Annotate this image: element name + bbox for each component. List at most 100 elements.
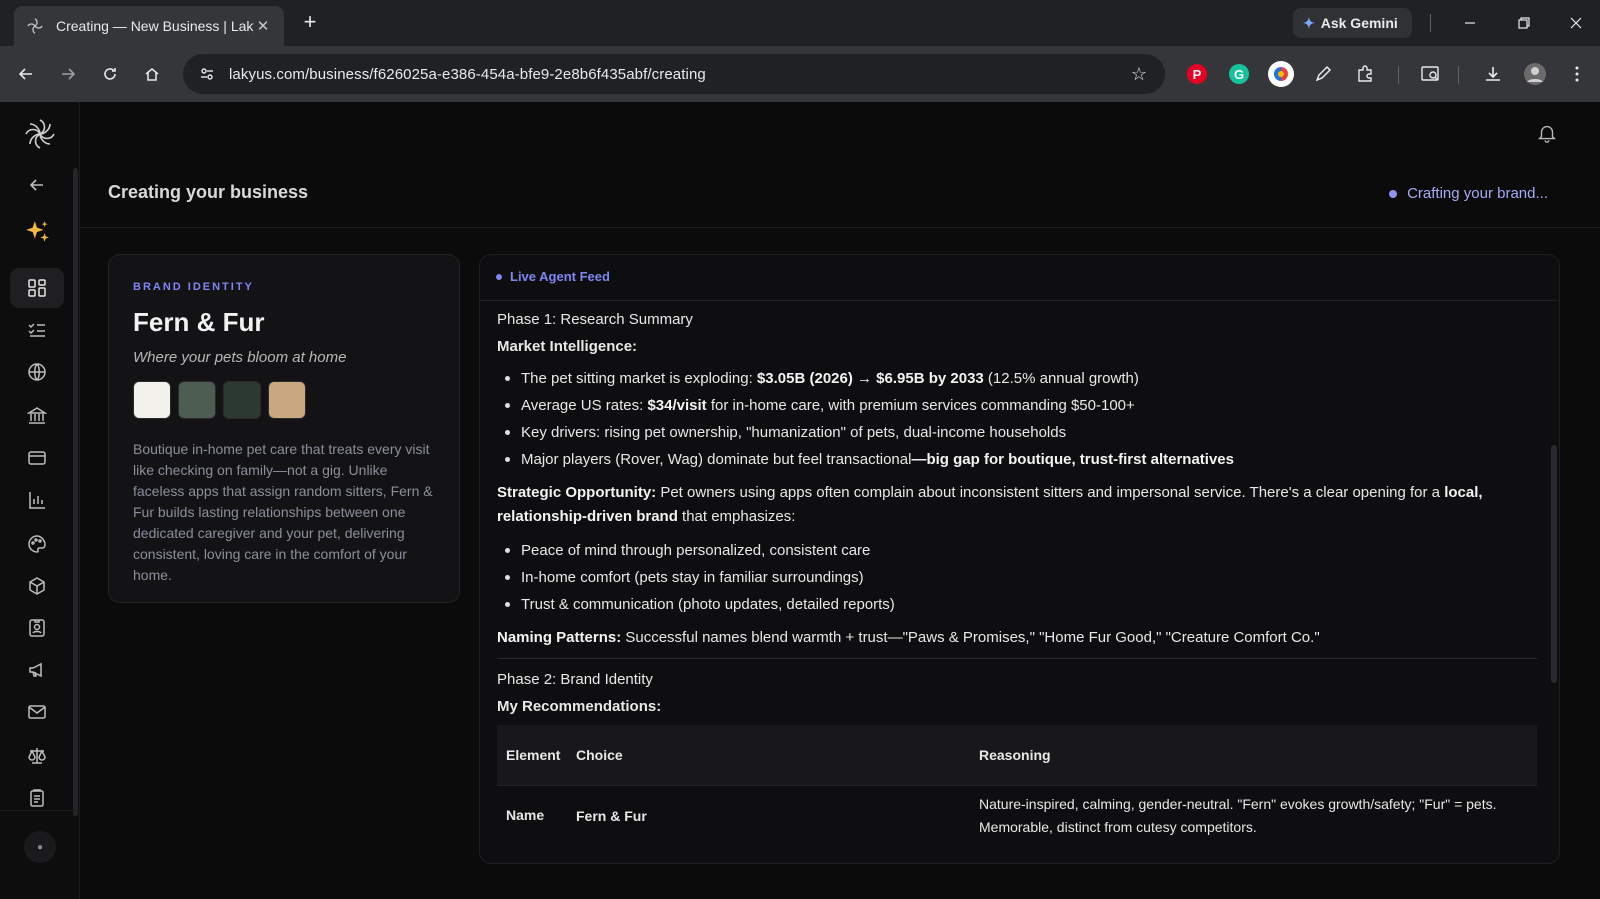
close-window-icon[interactable] (1562, 10, 1590, 36)
market-intelligence-heading: Market Intelligence: (497, 338, 638, 355)
site-info-icon[interactable] (193, 60, 221, 88)
market-list: The pet sitting market is exploding: $3.… (497, 365, 1537, 473)
sidebar: ● (0, 102, 80, 899)
phase-heading: Phase 2: Brand Identity (497, 671, 653, 688)
naming-patterns: Naming Patterns: Successful names blend … (497, 629, 1320, 646)
feed-label: Live Agent Feed (496, 269, 610, 284)
credit-card-icon[interactable] (20, 441, 54, 475)
column-header: Choice (576, 747, 623, 763)
page-title: Creating your business (108, 182, 309, 202)
bank-icon[interactable] (20, 399, 54, 433)
status-text: Crafting your brand... (1407, 185, 1548, 202)
color-swatch[interactable] (268, 381, 306, 419)
color-swatch[interactable] (178, 381, 216, 419)
user-avatar[interactable]: ● (24, 831, 56, 863)
pen-extension-icon[interactable] (1309, 60, 1337, 88)
toolbar-separator (1398, 66, 1399, 84)
table-header-row: Element Choice Reasoning (497, 725, 1537, 785)
list-item: Major players (Rover, Wag) dominate but … (497, 446, 1537, 473)
bar-chart-icon[interactable] (20, 483, 54, 517)
status-indicator: Crafting your brand... (1389, 185, 1548, 202)
recommendations-table: Element Choice Reasoning Name Fern & Fur… (497, 725, 1537, 845)
close-tab-icon[interactable]: ✕ (254, 17, 272, 35)
restore-window-icon[interactable] (1510, 10, 1538, 36)
table-cell: Nature-inspired, calming, gender-neutral… (979, 795, 1497, 835)
address-bar[interactable]: lakyus.com/business/f626025a-e386-454a-b… (183, 54, 1165, 94)
tab-title: Creating — New Business | Lakyus (56, 18, 254, 34)
column-header: Reasoning (979, 746, 1051, 763)
browser-tab[interactable]: Creating — New Business | Lakyus ✕ (14, 6, 284, 46)
window-separator (1430, 14, 1431, 32)
gemini-star-icon: ✦ (1303, 14, 1315, 31)
sparkles-icon[interactable] (20, 215, 54, 249)
id-badge-icon[interactable] (20, 611, 54, 645)
downloads-icon[interactable] (1479, 60, 1507, 88)
palette-icon[interactable] (20, 527, 54, 561)
package-box-icon[interactable] (20, 569, 54, 603)
pinterest-extension-icon[interactable]: P (1183, 60, 1211, 88)
table-row: Name Fern & Fur Nature-inspired, calming… (497, 785, 1537, 845)
browser-tab-strip: Creating — New Business | Lakyus ✕ + ✦ A… (0, 0, 1600, 46)
brand-identity-card: BRAND IDENTITY Fern & Fur Where your pet… (108, 254, 460, 603)
list-item: Average US rates: $34/visit for in-home … (497, 392, 1537, 419)
feed-scrollbar[interactable] (1551, 445, 1557, 683)
extension-circle-icon[interactable] (1267, 60, 1295, 88)
table-cell: Fern & Fur (576, 807, 647, 824)
dashboard-grid-icon[interactable] (20, 271, 54, 305)
lakyus-favicon-icon (26, 17, 44, 35)
list-item: The pet sitting market is exploding: $3.… (497, 365, 1537, 392)
globe-icon[interactable] (20, 355, 54, 389)
forward-arrow-icon[interactable] (54, 60, 82, 88)
recommendations-heading: My Recommendations: (497, 698, 662, 715)
reload-icon[interactable] (96, 60, 124, 88)
status-dot-icon (1389, 189, 1398, 198)
opportunity-list: Peace of mind through personalized, cons… (497, 537, 1537, 618)
list-item: Key drivers: rising pet ownership, "huma… (497, 419, 1537, 446)
table-cell: Name (506, 807, 545, 823)
extensions-puzzle-icon[interactable] (1351, 60, 1379, 88)
scales-legal-icon[interactable] (20, 739, 54, 773)
color-swatch[interactable] (133, 381, 171, 419)
back-arrow-icon[interactable] (20, 168, 54, 202)
lakyus-logo-icon[interactable] (22, 116, 58, 152)
checklist-icon[interactable] (20, 313, 54, 347)
tab-search-icon[interactable] (1417, 60, 1445, 88)
sidebar-scrollbar[interactable] (73, 168, 78, 816)
grammarly-extension-icon[interactable]: G (1225, 60, 1253, 88)
brand-name: Fern & Fur (133, 307, 265, 337)
toolbar-separator (1458, 66, 1459, 84)
app-root: ● Creating your business Crafting your b… (0, 102, 1600, 899)
section-divider (497, 658, 1537, 659)
feed-content: Phase 1: Research Summary Market Intelli… (497, 311, 1537, 845)
browser-toolbar: lakyus.com/business/f626025a-e386-454a-b… (0, 46, 1600, 102)
phase-heading: Phase 1: Research Summary (497, 311, 693, 328)
color-palette (133, 381, 306, 419)
column-header: Element (506, 746, 561, 763)
minimize-window-icon[interactable] (1456, 10, 1484, 36)
home-icon[interactable] (138, 60, 166, 88)
brand-description: Boutique in-home pet care that treats ev… (133, 441, 433, 583)
mail-icon[interactable] (20, 695, 54, 729)
browser-menu-icon[interactable] (1563, 60, 1591, 88)
brand-eyebrow: BRAND IDENTITY (133, 281, 254, 293)
sidebar-divider (0, 810, 80, 811)
back-arrow-icon[interactable] (12, 60, 40, 88)
ask-gemini-label: Ask Gemini (1320, 15, 1398, 31)
brand-tagline: Where your pets bloom at home (133, 349, 347, 366)
url-text[interactable]: lakyus.com/business/f626025a-e386-454a-b… (229, 66, 706, 83)
notification-bell-icon[interactable] (1536, 122, 1560, 146)
bookmark-star-icon[interactable]: ☆ (1127, 62, 1151, 86)
page-header: Creating your business Crafting your bra… (80, 166, 1600, 228)
megaphone-icon[interactable] (20, 653, 54, 687)
new-tab-button[interactable]: + (298, 9, 322, 34)
ask-gemini-button[interactable]: ✦ Ask Gemini (1293, 8, 1412, 38)
live-agent-feed: Live Agent Feed Phase 1: Research Summar… (479, 254, 1560, 864)
feed-header: Live Agent Feed (480, 255, 1559, 301)
live-dot-icon (496, 273, 502, 280)
list-item: In-home comfort (pets stay in familiar s… (497, 564, 1537, 591)
profile-avatar-icon[interactable] (1521, 60, 1549, 88)
strategic-opportunity: Strategic Opportunity: Pet owners using … (497, 484, 1483, 525)
feed-label-text: Live Agent Feed (510, 269, 610, 284)
color-swatch[interactable] (223, 381, 261, 419)
list-item: Peace of mind through personalized, cons… (497, 537, 1537, 564)
